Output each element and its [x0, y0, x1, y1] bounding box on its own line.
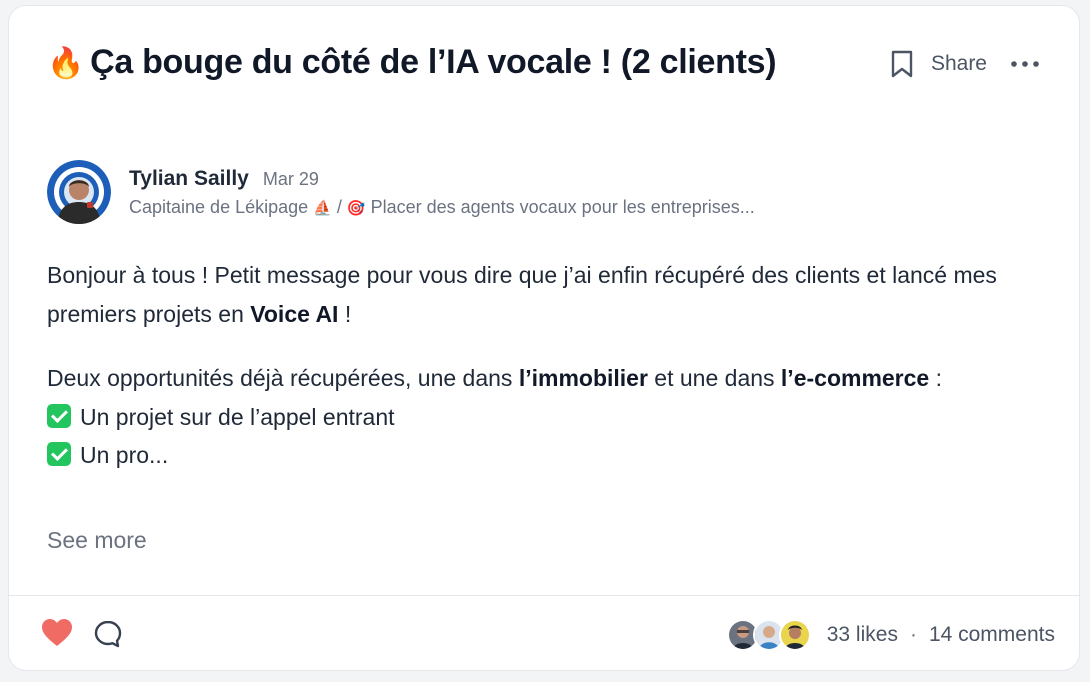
- body-text: Bonjour à tous ! Petit message pour vous…: [47, 262, 997, 327]
- bookmark-button[interactable]: [887, 46, 917, 82]
- comment-button[interactable]: [93, 619, 123, 649]
- post-footer: 33 likes · 14 comments: [9, 595, 1079, 670]
- post-body: Bonjour à tous ! Petit message pour vous…: [47, 256, 1057, 475]
- list-item: Un pro...: [47, 436, 1057, 475]
- fire-emoji: 🔥: [47, 46, 85, 81]
- more-horizontal-icon: [1011, 61, 1039, 67]
- like-button[interactable]: [41, 618, 73, 648]
- post-paragraph-1: Bonjour à tous ! Petit message pour vous…: [47, 256, 1057, 333]
- body-text: et une dans: [647, 365, 781, 391]
- check-mark-icon: [47, 442, 71, 466]
- likers-avatars[interactable]: [726, 618, 811, 651]
- heart-icon: [42, 619, 72, 646]
- body-bold-text: Voice AI: [250, 300, 339, 327]
- list-item-text: Un pro...: [80, 442, 169, 468]
- author-bio-separator: /: [331, 196, 347, 217]
- body-bold-text: l’e-commerce: [780, 365, 930, 391]
- stats-separator: ·: [909, 622, 917, 646]
- avatar: [778, 618, 811, 651]
- post-actions: Share: [887, 44, 1041, 84]
- body-text: Deux opportunités déjà récupérées, une d…: [47, 365, 519, 391]
- comment-bubble-icon: [94, 620, 122, 648]
- author-avatar[interactable]: [47, 160, 111, 224]
- post-stats: 33 likes · 14 comments: [726, 596, 1055, 670]
- check-mark-icon: [47, 403, 71, 428]
- list-item: Un projet sur de l’appel entrant: [47, 398, 1057, 437]
- sailboat-emoji: ⛵: [313, 198, 332, 217]
- post-card: 🔥 Ça bouge du côté de l’IA vocale ! (2 cl…: [8, 5, 1080, 671]
- author-name[interactable]: Tylian Sailly: [129, 167, 249, 191]
- author-info: Tylian Sailly Mar 29 Capitaine de Lékipa…: [129, 167, 755, 218]
- list-item-text: Un projet sur de l’appel entrant: [80, 403, 395, 430]
- more-options-button[interactable]: [1009, 54, 1041, 74]
- likes-count[interactable]: 33 likes: [827, 623, 898, 647]
- share-button[interactable]: Share: [931, 52, 987, 76]
- author-line: Tylian Sailly Mar 29: [129, 167, 755, 191]
- bookmark-icon: [891, 50, 913, 78]
- body-text: !: [338, 300, 352, 327]
- post-paragraph-2: Deux opportunités déjà récupérées, une d…: [47, 359, 1057, 398]
- author-bio: Capitaine de Lékipage ⛵ / 🎯 Placer des a…: [129, 197, 755, 218]
- comments-count[interactable]: 14 comments: [929, 623, 1055, 647]
- author-avatar-image: [47, 160, 111, 224]
- body-bold-text: l’immobilier: [518, 365, 648, 391]
- post-title-text: Ça bouge du côté de l’IA vocale ! (2 cli…: [90, 43, 777, 81]
- post-title[interactable]: 🔥 Ça bouge du côté de l’IA vocale ! (2 cl…: [47, 40, 807, 86]
- body-text: :: [929, 365, 943, 391]
- target-emoji: 🎯: [346, 198, 366, 217]
- author-bio-part1: Capitaine de Lékipage: [129, 196, 309, 217]
- author-block: Tylian Sailly Mar 29 Capitaine de Lékipa…: [47, 160, 755, 224]
- post-date[interactable]: Mar 29: [263, 169, 319, 190]
- see-more-link[interactable]: See more: [47, 527, 147, 554]
- author-bio-part2: Placer des agents vocaux pour les entrep…: [370, 196, 755, 217]
